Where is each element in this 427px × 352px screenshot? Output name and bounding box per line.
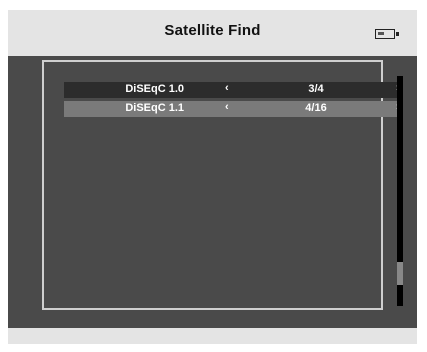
- menu-row-value: 3/4: [308, 83, 324, 95]
- footer-bar: [8, 328, 417, 344]
- menu-row-diseqc-1-0[interactable]: DiSEqC 1.0 ‹ 3/4 ›: [64, 82, 400, 98]
- scrollbar[interactable]: [397, 76, 403, 306]
- menu-row-label: DiSEqC 1.1: [125, 102, 184, 114]
- battery-icon: [375, 29, 395, 39]
- device-screen: Satellite Find DiSEqC 1.0 ‹ 3/4 › DiSEqC…: [8, 10, 417, 344]
- battery-level: [378, 32, 384, 35]
- header-bar: Satellite Find: [8, 10, 417, 56]
- menu-row-label: DiSEqC 1.0: [125, 83, 184, 95]
- page-title: Satellite Find: [164, 22, 261, 39]
- left-arrow-icon[interactable]: ‹: [225, 82, 229, 94]
- left-arrow-icon[interactable]: ‹: [225, 101, 229, 113]
- battery-tip: [396, 32, 399, 36]
- scrollbar-thumb[interactable]: [397, 262, 403, 285]
- menu-row-diseqc-1-1[interactable]: DiSEqC 1.1 ‹ 4/16 ›: [64, 101, 400, 117]
- menu-row-value: 4/16: [305, 102, 327, 114]
